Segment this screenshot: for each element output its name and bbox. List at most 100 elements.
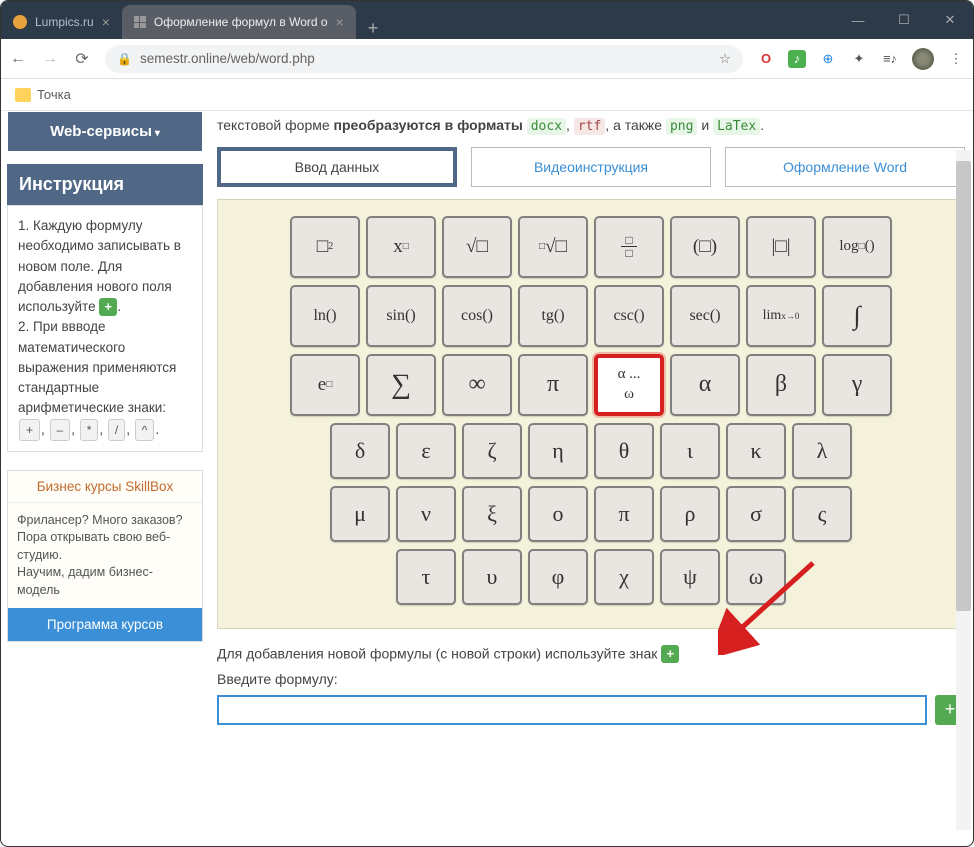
folder-icon (15, 88, 31, 102)
main-area: текстовой форме преобразуются в форматы … (209, 111, 973, 846)
puzzle-icon[interactable]: ✦ (850, 50, 868, 68)
back-button[interactable]: ← (9, 50, 27, 68)
maximize-button[interactable]: ☐ (881, 1, 927, 39)
menu-icon[interactable]: ⋮ (947, 50, 965, 68)
key-nroot[interactable]: □√□ (518, 216, 588, 278)
key-nu[interactable]: ν (396, 486, 456, 542)
key-rho[interactable]: ρ (660, 486, 720, 542)
key-sigma2[interactable]: ς (792, 486, 852, 542)
avatar-icon[interactable] (912, 48, 934, 70)
key-sqrt[interactable]: √□ (442, 216, 512, 278)
scrollbar-thumb[interactable] (956, 161, 971, 611)
key-xi[interactable]: ξ (462, 486, 522, 542)
key-exp[interactable]: e□ (290, 354, 360, 416)
address-bar[interactable]: 🔒 semestr.online/web/word.php ☆ (105, 45, 743, 73)
code-rtf: rtf (574, 118, 605, 135)
plus-badge: + (661, 645, 679, 663)
key-omega[interactable]: ω (726, 549, 786, 605)
close-button[interactable]: ✕ (927, 1, 973, 39)
key-kappa[interactable]: κ (726, 423, 786, 479)
key-iota[interactable]: ι (660, 423, 720, 479)
formula-input[interactable] (217, 695, 927, 725)
key-sin[interactable]: sin() (366, 285, 436, 347)
key-sum[interactable]: ∑ (366, 354, 436, 416)
key-pi[interactable]: π (518, 354, 588, 416)
tab-video[interactable]: Видеоинструкция (471, 147, 711, 187)
browser-window: Lumpics.ru × Оформление формул в Word о … (0, 0, 974, 847)
key-ups[interactable]: υ (462, 549, 522, 605)
key-sigma[interactable]: σ (726, 486, 786, 542)
window-controls: ― ☐ ✕ (835, 1, 973, 39)
tab-word[interactable]: Оформление Word (725, 147, 965, 187)
key-minus: – (50, 419, 71, 441)
key-psi[interactable]: ψ (660, 549, 720, 605)
new-tab-button[interactable]: + (356, 18, 391, 39)
chevron-down-icon: ▾ (155, 128, 160, 139)
bookmarks-bar: Точка (1, 79, 973, 111)
extensions: O ♪ ⊕ ✦ ≡♪ ⋮ (757, 48, 965, 70)
key-lambda[interactable]: λ (792, 423, 852, 479)
key-plus: + (19, 419, 40, 441)
key-eta[interactable]: η (528, 423, 588, 479)
browser-tab-2[interactable]: Оформление формул в Word о × (122, 5, 356, 39)
forward-button[interactable]: → (41, 50, 59, 68)
key-pow[interactable]: x□ (366, 216, 436, 278)
key-int[interactable]: ∫ (822, 285, 892, 347)
key-beta[interactable]: β (746, 354, 816, 416)
key-chi[interactable]: χ (594, 549, 654, 605)
key-frac[interactable]: □□ (594, 216, 664, 278)
key-pow: ^ (135, 419, 155, 441)
star-icon[interactable]: ☆ (719, 51, 731, 67)
keyboard-panel: □2 x□ √□ □√□ □□ (□) |□| log□() ln() sin(… (217, 199, 965, 629)
reload-button[interactable]: ⟳ (73, 49, 91, 69)
key-omicron[interactable]: ο (528, 486, 588, 542)
key-log[interactable]: log□() (822, 216, 892, 278)
close-icon[interactable]: × (336, 14, 344, 30)
key-inf[interactable]: ∞ (442, 354, 512, 416)
key-zeta[interactable]: ζ (462, 423, 522, 479)
code-latex: LaTex (713, 118, 760, 135)
ext-icon-3[interactable]: ⊕ (819, 50, 837, 68)
key-tau[interactable]: τ (396, 549, 456, 605)
key-sec[interactable]: sec() (670, 285, 740, 347)
key-csc[interactable]: csc() (594, 285, 664, 347)
instruction-body: 1. Каждую формулу необходимо записывать … (7, 205, 203, 452)
ext-icon-1[interactable]: O (757, 50, 775, 68)
key-alpha[interactable]: α (670, 354, 740, 416)
key-abs[interactable]: |□| (746, 216, 816, 278)
page-content: Web-сервисы▾ Инструкция 1. Каждую формул… (1, 111, 973, 846)
key-cos[interactable]: cos() (442, 285, 512, 347)
ad-header: Бизнес курсы SkillBox (8, 471, 202, 503)
tab-label: Lumpics.ru (35, 15, 94, 29)
ext-icon-4[interactable]: ≡♪ (881, 50, 899, 68)
ad-body: Фрилансер? Много заказов? Пора открывать… (8, 503, 202, 609)
key-div: / (108, 419, 125, 441)
key-sq[interactable]: □2 (290, 216, 360, 278)
key-pi2[interactable]: π (594, 486, 654, 542)
key-mu[interactable]: μ (330, 486, 390, 542)
url-text: semestr.online/web/word.php (140, 51, 315, 66)
key-lim[interactable]: limx→0 (746, 285, 816, 347)
minimize-button[interactable]: ― (835, 1, 881, 39)
key-theta[interactable]: θ (594, 423, 654, 479)
key-paren[interactable]: (□) (670, 216, 740, 278)
kb-row-2: ln() sin() cos() tg() csc() sec() limx→0… (232, 285, 950, 347)
ad-cta-button[interactable]: Программа курсов (8, 608, 202, 641)
browser-tab-1[interactable]: Lumpics.ru × (1, 5, 122, 39)
key-greek-panel[interactable]: α ...ω (594, 354, 664, 416)
key-ln[interactable]: ln() (290, 285, 360, 347)
close-icon[interactable]: × (102, 14, 110, 30)
key-gamma[interactable]: γ (822, 354, 892, 416)
browser-toolbar: ← → ⟳ 🔒 semestr.online/web/word.php ☆ O … (1, 39, 973, 79)
bookmark-item[interactable]: Точка (37, 87, 71, 102)
key-tg[interactable]: tg() (518, 285, 588, 347)
instruction-header: Инструкция (7, 164, 203, 205)
key-eps[interactable]: ε (396, 423, 456, 479)
kb-row-6: τ υ φ χ ψ ω (232, 549, 950, 605)
key-phi[interactable]: φ (528, 549, 588, 605)
key-delta[interactable]: δ (330, 423, 390, 479)
web-services-dropdown[interactable]: Web-сервисы▾ (7, 111, 203, 152)
tab-label: Оформление формул в Word о (154, 15, 328, 29)
tab-input[interactable]: Ввод данных (217, 147, 457, 187)
ext-icon-2[interactable]: ♪ (788, 50, 806, 68)
